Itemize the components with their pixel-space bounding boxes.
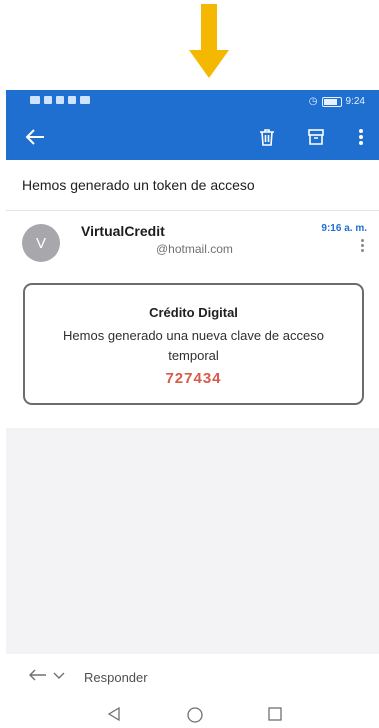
back-button[interactable] — [20, 122, 50, 152]
battery-icon — [321, 96, 342, 107]
navigation-bar — [0, 700, 379, 728]
more-vertical-icon — [359, 129, 363, 145]
status-icons-left — [30, 96, 90, 104]
app-bar — [6, 114, 379, 160]
card-text: Hemos generado una nueva clave de acceso… — [63, 328, 324, 363]
message-subject: Hemos generado un token de acceso — [22, 177, 255, 193]
card-title: Crédito Digital — [149, 305, 238, 320]
subject-bar: Hemos generado un token de acceso — [6, 160, 379, 211]
reply-icon[interactable] — [28, 668, 76, 682]
delete-button[interactable] — [252, 122, 282, 152]
more-options-button[interactable] — [346, 122, 376, 152]
status-time: 9:24 — [345, 96, 365, 107]
access-code: 727434 — [165, 370, 222, 387]
sender-email: @hotmail.com — [156, 242, 233, 256]
avatar[interactable]: V — [22, 224, 60, 262]
token-card: Crédito Digital Hemos generado una nueva… — [23, 283, 364, 405]
back-arrow-icon — [25, 129, 44, 145]
archive-button[interactable] — [301, 122, 331, 152]
message-time: 9:16 a. m. — [321, 223, 367, 234]
trash-icon — [260, 129, 274, 146]
nfc-icon — [68, 96, 76, 104]
mail-icon — [80, 96, 90, 104]
nav-recents-icon[interactable] — [267, 706, 283, 722]
nav-back-icon[interactable] — [106, 706, 122, 722]
nav-home-icon[interactable] — [186, 706, 204, 724]
down-arrow-icon — [189, 4, 229, 78]
sender-name[interactable]: VirtualCredit — [81, 223, 165, 239]
reply-button[interactable]: Responder — [84, 670, 148, 685]
status-icons-right: ◷ 9:24 — [309, 96, 365, 107]
signal-icon — [44, 96, 52, 104]
message-footer-area — [6, 428, 379, 654]
status-bar: ◷ 9:24 — [6, 90, 379, 114]
message-header: V VirtualCredit @hotmail.com 9:16 a. m. — [6, 211, 379, 271]
alarm-icon: ◷ — [308, 96, 318, 107]
message-more-icon[interactable] — [361, 239, 365, 254]
archive-icon — [308, 129, 324, 145]
wifi-icon — [56, 96, 64, 104]
notification-icon — [30, 96, 40, 104]
reply-bar[interactable]: Responder — [6, 656, 379, 696]
